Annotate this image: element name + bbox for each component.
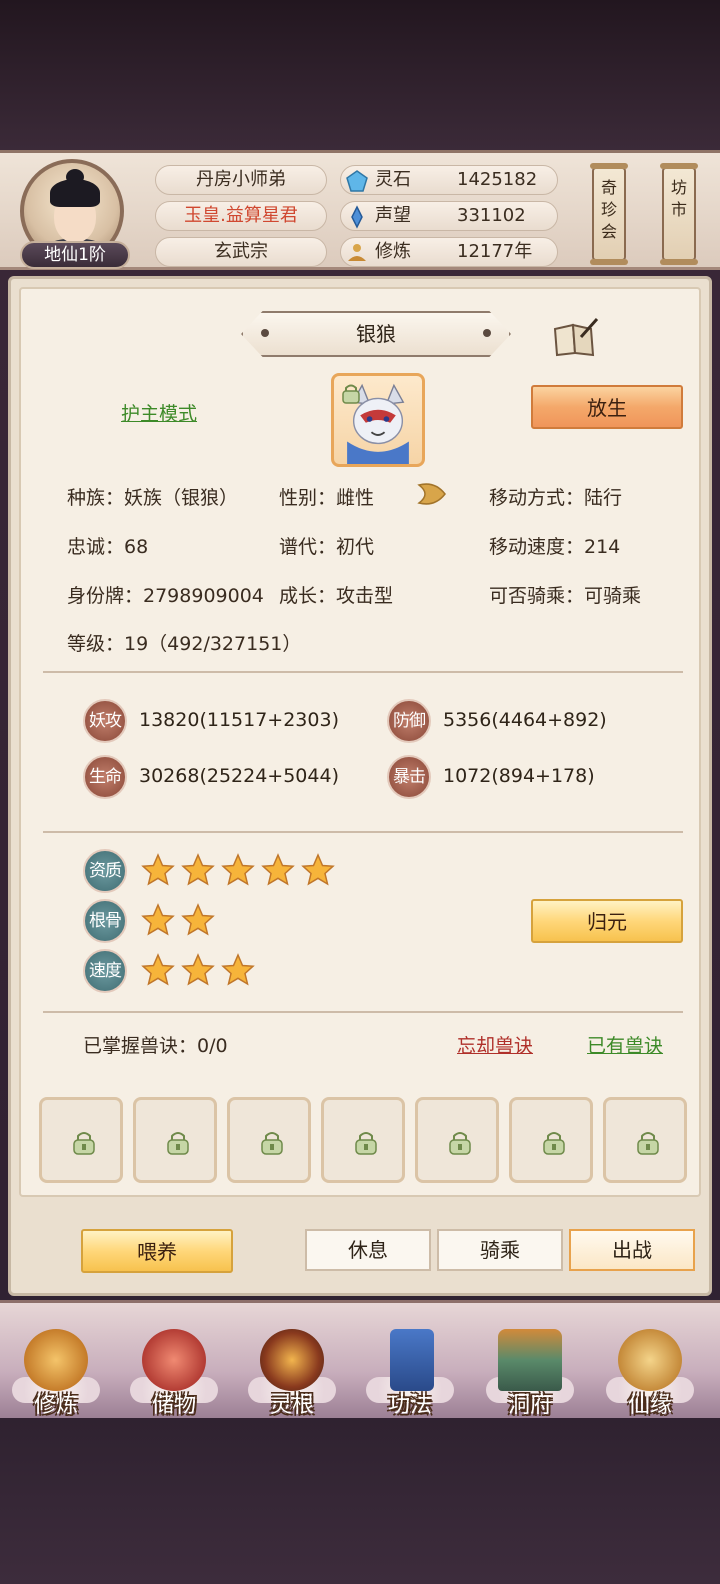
nav-cultivate[interactable]: 修炼 xyxy=(6,1303,106,1421)
pet-name-plate: 银狼 xyxy=(241,311,511,357)
pet-detail-card: 银狼 护主模式 放生 种族：妖族（银狼） 性别：雌性 移动方式：陆行 忠诚：68… xyxy=(19,287,701,1197)
pet-handbook-icon[interactable] xyxy=(551,317,599,357)
info-generation: 谱代：初代 xyxy=(279,536,375,558)
stat-value-defense: 5356(4464+892) xyxy=(443,709,607,731)
lock-icon xyxy=(449,1132,471,1155)
info-gender: 性别：雌性 xyxy=(279,487,375,509)
spirit-stone-icon xyxy=(346,170,368,192)
info-race: 种族：妖族（银狼） xyxy=(67,487,239,509)
nav-techniques[interactable]: 功法 xyxy=(360,1303,460,1421)
skill-slot[interactable] xyxy=(227,1097,311,1183)
star-icon xyxy=(221,853,255,886)
star-icon xyxy=(181,853,215,886)
lock-icon xyxy=(261,1132,283,1155)
stat-value-crit: 1072(894+178) xyxy=(443,765,595,787)
player-honor: 玉皇.益算星君 xyxy=(155,201,327,231)
pet-panel: 银狼 护主模式 放生 种族：妖族（银狼） 性别：雌性 移动方式：陆行 忠诚：68… xyxy=(8,276,712,1296)
star-icon xyxy=(181,903,215,936)
nav-cave[interactable]: 洞府 xyxy=(480,1303,580,1421)
resource-reputation: 声望 331102 xyxy=(340,201,558,231)
feed-button[interactable]: 喂养 xyxy=(81,1229,233,1273)
rest-button[interactable]: 休息 xyxy=(305,1229,431,1271)
female-gender-icon xyxy=(417,483,446,505)
treasure-auction-button[interactable]: 奇珍会 xyxy=(590,163,628,265)
divider xyxy=(43,671,683,673)
info-move-speed: 移动速度：214 xyxy=(489,536,621,558)
info-rideable: 可否骑乘：可骑乘 xyxy=(489,585,642,607)
info-movement: 移动方式：陆行 xyxy=(489,487,623,509)
stat-value-hp: 30268(25224+5044) xyxy=(139,765,339,787)
scripture-book-icon xyxy=(390,1329,434,1391)
pouch-icon xyxy=(142,1329,206,1391)
resource-spirit-stone: 灵石 1425182 xyxy=(340,165,558,195)
reset-button[interactable]: 归元 xyxy=(531,899,683,943)
rating-badge-speed: 速度 xyxy=(83,949,127,993)
player-title: 丹房小师弟 xyxy=(155,165,327,195)
star-icon xyxy=(141,853,175,886)
divider xyxy=(43,831,683,833)
stat-badge-crit: 暴击 xyxy=(387,755,431,799)
battle-button[interactable]: 出战 xyxy=(569,1229,695,1271)
star-icon xyxy=(141,953,175,986)
info-id: 身份牌：2798909004 xyxy=(67,585,264,607)
meditation-icon xyxy=(348,244,366,261)
info-level: 等级：19（492/327151） xyxy=(67,633,302,655)
divider xyxy=(43,1011,683,1013)
stat-badge-defense: 防御 xyxy=(387,699,431,743)
skill-slot[interactable] xyxy=(133,1097,217,1183)
player-header: 地仙1阶 丹房小师弟 玉皇.益算星君 玄武宗 灵石 1425182 声望 331… xyxy=(0,150,720,270)
skill-slot[interactable] xyxy=(415,1097,499,1183)
pet-portrait xyxy=(331,373,425,467)
forget-skill-link[interactable]: 忘却兽诀 xyxy=(457,1031,533,1058)
bottom-nav: 修炼 储物 灵根 功法 洞府 仙缘 xyxy=(0,1300,720,1418)
star-icon xyxy=(301,853,335,886)
market-button[interactable]: 坊市 xyxy=(660,163,698,265)
gourd-icon xyxy=(618,1329,682,1391)
skill-slot[interactable] xyxy=(39,1097,123,1183)
nav-spirit-root[interactable]: 灵根 xyxy=(242,1303,342,1421)
rank-badge: 地仙1阶 xyxy=(20,241,130,269)
star-icon xyxy=(221,953,255,986)
info-loyalty: 忠诚：68 xyxy=(67,536,149,558)
resource-cultivation: 修炼 12177年 xyxy=(340,237,558,267)
lock-icon xyxy=(355,1132,377,1155)
pavilion-icon xyxy=(498,1329,562,1391)
monk-icon xyxy=(24,1329,88,1391)
nav-fate[interactable]: 仙缘 xyxy=(600,1303,700,1421)
skill-slot[interactable] xyxy=(321,1097,405,1183)
player-sect: 玄武宗 xyxy=(155,237,327,267)
lock-icon xyxy=(73,1132,95,1155)
reputation-icon xyxy=(351,205,363,229)
star-icon xyxy=(261,853,295,886)
owned-skills-link[interactable]: 已有兽诀 xyxy=(587,1031,663,1058)
stat-badge-hp: 生命 xyxy=(83,755,127,799)
stat-badge-attack: 妖攻 xyxy=(83,699,127,743)
top-background xyxy=(0,0,720,150)
star-icon xyxy=(181,953,215,986)
lock-icon xyxy=(342,384,360,404)
stat-value-attack: 13820(11517+2303) xyxy=(139,709,339,731)
star-icon xyxy=(141,903,175,936)
info-growth: 成长：攻击型 xyxy=(279,585,394,607)
skill-slot[interactable] xyxy=(603,1097,687,1183)
nav-storage[interactable]: 储物 xyxy=(124,1303,224,1421)
spirit-root-icon xyxy=(260,1329,324,1391)
skills-mastered-label: 已掌握兽诀：0/0 xyxy=(83,1035,228,1057)
lock-icon xyxy=(167,1132,189,1155)
guard-mode-link[interactable]: 护主模式 xyxy=(121,399,197,426)
bottom-background xyxy=(0,1420,720,1584)
rating-badge-bone: 根骨 xyxy=(83,899,127,943)
ride-button[interactable]: 骑乘 xyxy=(437,1229,563,1271)
lock-icon xyxy=(543,1132,565,1155)
release-button[interactable]: 放生 xyxy=(531,385,683,429)
rating-badge-aptitude: 资质 xyxy=(83,849,127,893)
lock-icon xyxy=(637,1132,659,1155)
skill-slot[interactable] xyxy=(509,1097,593,1183)
